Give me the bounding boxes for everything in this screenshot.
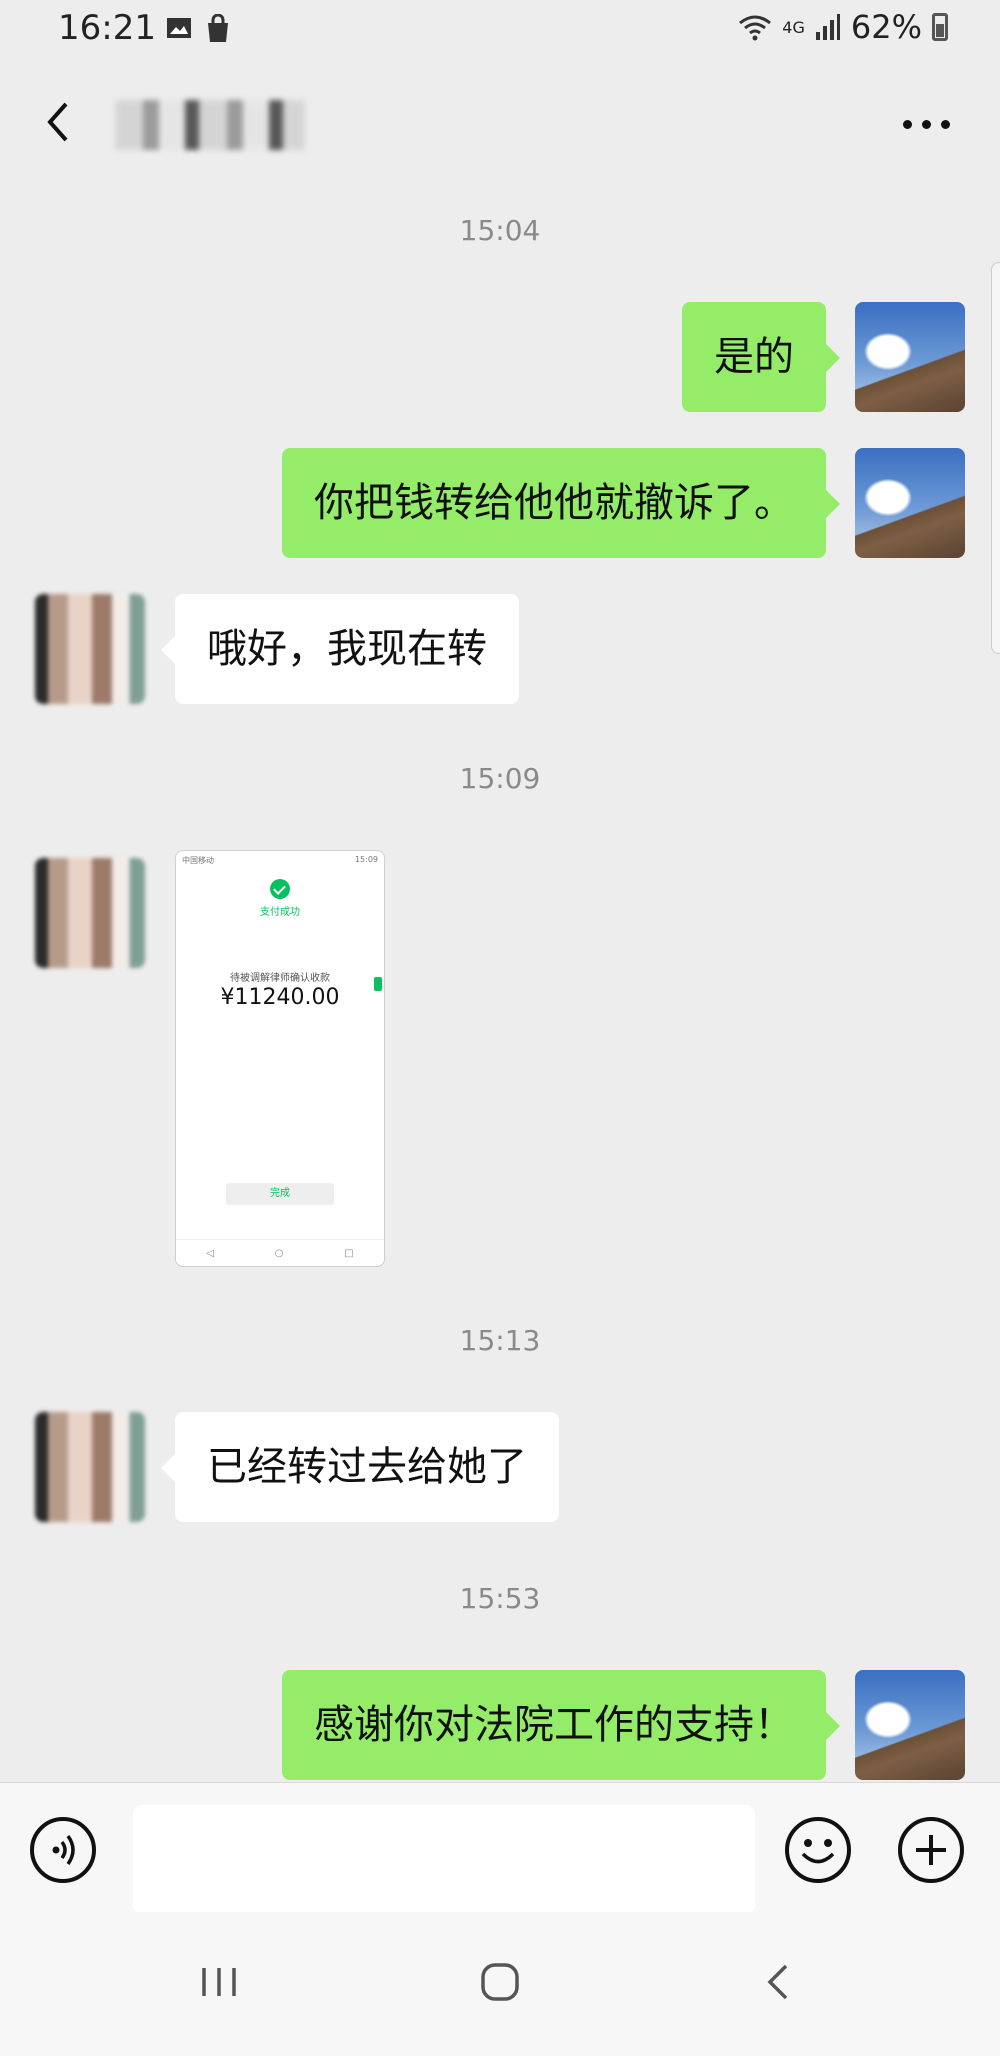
home-icon[interactable] (470, 1952, 530, 2012)
status-bar: 16:21 4G 62% (0, 0, 1000, 60)
recents-icon[interactable] (190, 1952, 250, 2012)
payment-amount: ¥11240.00 (220, 985, 340, 1010)
message-input[interactable] (133, 1805, 755, 1913)
battery-percent: 62% (850, 8, 922, 46)
image-message[interactable]: 中国移动 15:09 支付成功 待被调解律师确认收款 ¥11240.00 完成 … (175, 850, 385, 1267)
network-type: 4G (782, 17, 805, 37)
wifi-icon (739, 15, 772, 41)
time-label: 15:53 (459, 1582, 541, 1615)
message-bubble[interactable]: 哦好，我现在转 (161, 594, 519, 704)
avatar[interactable] (855, 1670, 965, 1780)
message-bubble[interactable]: 已经转过去给她了 (161, 1412, 559, 1522)
message-bubble[interactable]: 是的 (682, 302, 840, 412)
done-button: 完成 (226, 1183, 334, 1205)
more-horizontal-icon[interactable] (903, 120, 950, 129)
message-bubble[interactable]: 感谢你对法院工作的支持！ (282, 1670, 840, 1780)
back-icon[interactable] (750, 1952, 810, 2012)
avatar[interactable] (35, 858, 145, 968)
image-icon (167, 18, 191, 38)
avatar[interactable] (855, 448, 965, 558)
avatar[interactable] (35, 1412, 145, 1522)
status-time: 16:21 (58, 8, 156, 48)
system-nav-bar (0, 1912, 1000, 2056)
signal-icon (815, 14, 840, 40)
chat-header (0, 60, 1000, 190)
time-label: 15:04 (459, 214, 541, 247)
voice-icon[interactable] (30, 1817, 96, 1883)
scrollbar[interactable] (991, 262, 1000, 654)
payment-success-text: 支付成功 (260, 907, 300, 918)
avatar[interactable] (35, 594, 145, 704)
shopping-bag-icon (208, 14, 228, 42)
avatar[interactable] (855, 302, 965, 412)
plus-icon[interactable] (898, 1817, 964, 1883)
emoji-icon[interactable] (785, 1817, 851, 1883)
contact-name (115, 100, 305, 150)
payee-text: 待被调解律师确认收款 (230, 973, 330, 984)
check-icon (270, 879, 290, 899)
battery-icon (932, 13, 948, 41)
chevron-left-icon[interactable] (36, 92, 86, 152)
time-label: 15:09 (459, 762, 541, 795)
time-label: 15:13 (459, 1324, 541, 1357)
side-tab-icon (374, 977, 382, 991)
input-bar (0, 1782, 1000, 1913)
message-bubble[interactable]: 你把钱转给他他就撤诉了。 (282, 448, 840, 558)
